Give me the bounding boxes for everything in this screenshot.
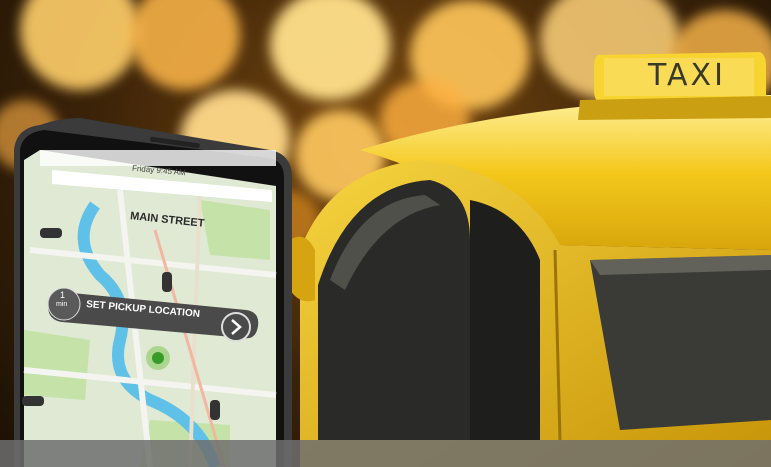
bottom-caption-bar <box>0 440 771 467</box>
smartphone <box>14 118 292 467</box>
taxi-app-photo: TAXI Friday 9:45 AM MAIN STREET 1 min SE… <box>0 0 771 467</box>
eta-unit: min <box>56 301 68 308</box>
eta-value: 1 <box>60 290 66 300</box>
